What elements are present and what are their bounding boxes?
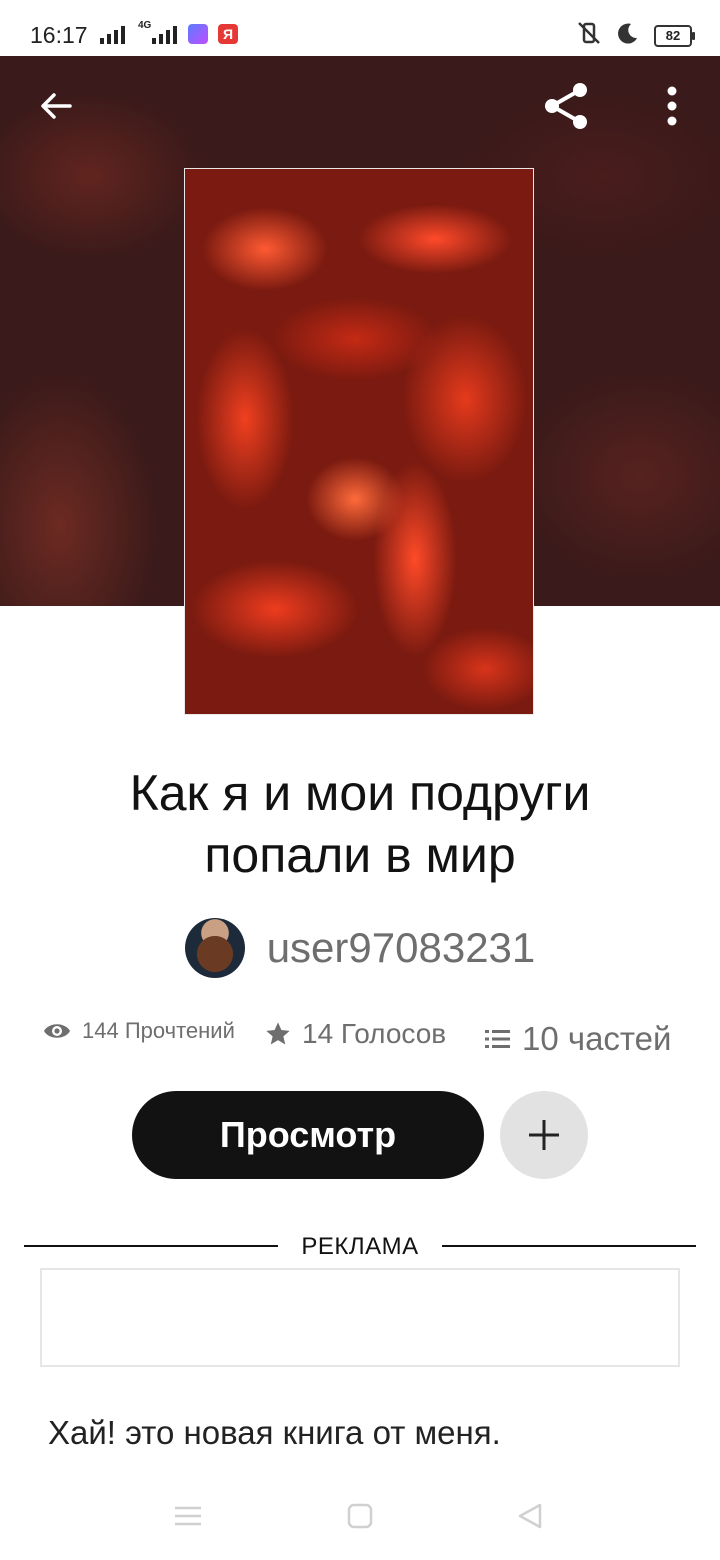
more-options-button[interactable] (646, 80, 698, 132)
arrow-left-icon (41, 93, 72, 119)
moon-icon (616, 21, 640, 50)
divider-line (24, 1245, 278, 1247)
share-icon (545, 83, 587, 129)
parts-count: 10 частей (522, 1020, 672, 1057)
yandex-app-icon: Я (218, 24, 238, 44)
recent-apps-button[interactable] (166, 1494, 210, 1538)
star-icon (266, 1022, 290, 1045)
read-button[interactable]: Просмотр (132, 1091, 484, 1179)
divider-line (442, 1245, 696, 1247)
reads-count: 144 Прочтений (82, 1018, 235, 1043)
ad-divider: РЕКЛАМА (24, 1231, 696, 1261)
ad-label: РЕКЛАМА (301, 1233, 419, 1260)
stat-reads: 144 Прочтений (42, 1018, 235, 1044)
add-to-library-button[interactable] (500, 1091, 588, 1179)
votes-count: 14 Голосов (302, 1018, 447, 1049)
book-stats: 144 Прочтений 14 Голосов 10 частей (0, 1010, 720, 1066)
eye-icon (44, 1024, 70, 1038)
avatar[interactable] (184, 918, 245, 978)
music-app-icon (188, 24, 208, 44)
back-button[interactable] (30, 80, 82, 132)
home-button[interactable] (338, 1494, 382, 1538)
author-name[interactable]: user97083231 (267, 924, 536, 972)
menu-icon (175, 1506, 201, 1526)
battery-icon: 82 (654, 24, 695, 47)
vibrate-off-icon (576, 20, 602, 51)
plus-icon (529, 1120, 559, 1150)
author-row[interactable]: user97083231 (0, 918, 720, 978)
ad-slot[interactable] (40, 1268, 680, 1367)
stat-parts: 10 частей (484, 1020, 671, 1058)
home-square-icon (347, 1503, 373, 1529)
book-description: Хай! это новая книга от меня. (48, 1414, 501, 1451)
book-title: Как я и мои подруги попали в мир (129, 765, 591, 883)
status-time: 16:17 (30, 22, 88, 48)
signal-icon (100, 24, 125, 44)
system-nav-bar (0, 1470, 720, 1560)
signal-icon-2 (152, 24, 177, 44)
triangle-back-icon (518, 1503, 542, 1529)
more-vertical-icon (667, 86, 677, 126)
book-cover[interactable] (184, 168, 534, 715)
stat-votes: 14 Голосов (264, 1018, 446, 1050)
network-type: 4G (138, 20, 152, 31)
system-back-button[interactable] (508, 1494, 552, 1538)
status-bar: 16:17 4G Я 82 (0, 0, 720, 56)
list-icon (485, 1030, 510, 1048)
share-button[interactable] (540, 80, 592, 132)
